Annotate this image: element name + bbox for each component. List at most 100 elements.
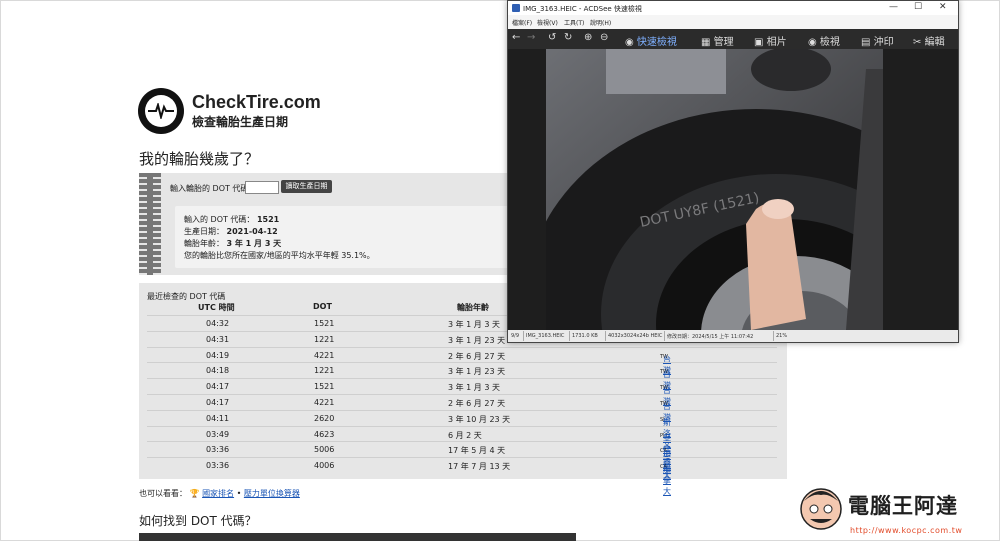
- result-note: 您的輪胎比您所在國家/地區的平均水平年輕 35.1%。: [184, 251, 375, 260]
- watermark-url: http://www.kocpc.com.tw: [850, 526, 963, 535]
- status-bar: 9/9 IMG_3163.HEIC 1731.0 KB 4032x3024x24…: [508, 330, 958, 342]
- toolbar: ← → ↺ ↻ ⊕ ⊖ ◉ 快速檢視 ▦ 管理 ▣ 相片 ◉ 檢視 ▤ 沖印 ✂…: [508, 29, 958, 49]
- acdsee-app-icon: [512, 4, 520, 12]
- row-age: 3 年 1 月 23 天: [448, 367, 506, 377]
- row-dot: 4623: [314, 429, 335, 439]
- row-age: 3 年 1 月 23 天: [448, 335, 506, 345]
- watermark-name: 電腦王阿達: [848, 494, 958, 518]
- row-time: 03:36: [206, 445, 230, 455]
- row-age: 3 年 10 月 23 天: [448, 414, 511, 424]
- maximize-icon[interactable]: ☐: [914, 2, 922, 12]
- row-dot: 2620: [314, 413, 335, 423]
- how-to-find-heading: 如何找到 DOT 代碼？: [139, 514, 257, 528]
- country-link[interactable]: 加拿大: [663, 464, 671, 497]
- country-ranking-link[interactable]: 國家排名: [202, 489, 234, 498]
- result-date-line: 生產日期： 2021-04-12: [184, 226, 278, 237]
- rotate-right-icon[interactable]: ↻: [564, 32, 572, 43]
- row-time: 04:17: [206, 398, 230, 407]
- tire-photo: DOT UY8F (1521): [546, 49, 883, 330]
- grid-icon: ▦: [701, 37, 711, 48]
- window-titlebar[interactable]: IMG_3163.HEIC - ACDSee 快速檢視 — ☐ ✕: [508, 1, 958, 15]
- forward-arrow-icon[interactable]: →: [527, 32, 535, 43]
- window-title: IMG_3163.HEIC - ACDSee 快速檢視: [523, 5, 642, 13]
- row-dot: 1221: [314, 366, 335, 376]
- close-icon[interactable]: ✕: [939, 2, 947, 12]
- result-age-value: 3 年 1 月 3 天: [226, 239, 282, 248]
- status-index: 9/9: [511, 333, 520, 339]
- photos-icon: ▣: [754, 37, 764, 48]
- recent-checks-title: 最近檢查的 DOT 代碼: [147, 292, 226, 301]
- watermark-mascot-icon: [798, 483, 844, 533]
- row-dot: 4221: [314, 398, 335, 407]
- eye-icon: ◉: [808, 37, 817, 48]
- back-arrow-icon[interactable]: ←: [512, 32, 520, 43]
- row-age: 6 月 2 天: [448, 430, 482, 440]
- table-row: 03:36 4006 17 年 7 月 13 天 CA 加拿大: [147, 457, 777, 496]
- result-dot-value: 1521: [256, 215, 280, 224]
- result-date-label: 生產日期：: [184, 227, 224, 236]
- page-heading: 我的輪胎幾歲了？: [139, 150, 260, 168]
- table-row: 04:18 1221 3 年 1 月 23 天 TW 台灣: [147, 362, 777, 390]
- dot-input-label: 輸入輪胎的 DOT 代碼: [170, 184, 249, 193]
- pressure-converter-link[interactable]: 壓力單位換算器: [244, 489, 300, 498]
- row-time: 04:11: [206, 413, 230, 423]
- see-also-separator: •: [236, 489, 242, 498]
- tab-print[interactable]: ▤ 沖印: [861, 33, 894, 48]
- dot-input-field[interactable]: [245, 181, 279, 194]
- row-dot: 4006: [314, 461, 335, 471]
- row-time: 04:32: [206, 319, 230, 328]
- tab-quick-view[interactable]: ◉ 快速檢視: [625, 33, 677, 48]
- result-date-value: 2021-04-12: [226, 227, 278, 236]
- tools-icon: ✂: [913, 37, 922, 48]
- tire-tread-decoration: [139, 173, 161, 275]
- menu-bar: 檔案(F) 檢視(V) 工具(T) 說明(H): [508, 15, 958, 29]
- table-row: 04:19 4221 2 年 6 月 27 天 TW 台灣: [147, 346, 777, 375]
- status-filesize: 1731.0 KB: [572, 333, 598, 339]
- rotate-left-icon[interactable]: ↺: [548, 32, 556, 43]
- menu-help[interactable]: 說明(H): [590, 18, 611, 27]
- print-icon: ▤: [861, 37, 871, 48]
- header-dot: DOT: [313, 302, 332, 311]
- table-row: 04:17 1521 3 年 1 月 3 天 TW 台灣: [147, 378, 777, 406]
- result-dot-line: 輸入的 DOT 代碼： 1521: [184, 214, 279, 225]
- status-dimensions: 4032x3024x24b HEIC: [608, 333, 663, 339]
- row-age: 2 年 6 月 27 天: [448, 351, 506, 361]
- menu-file[interactable]: 檔案(F): [512, 18, 532, 27]
- tab-manage[interactable]: ▦ 管理: [701, 33, 734, 48]
- row-age: 3 年 1 月 3 天: [448, 320, 500, 329]
- acdsee-window[interactable]: IMG_3163.HEIC - ACDSee 快速檢視 — ☐ ✕ 檔案(F) …: [507, 0, 959, 343]
- image-viewer[interactable]: DOT UY8F (1521): [508, 49, 958, 330]
- menu-tools[interactable]: 工具(T): [564, 18, 584, 27]
- header-tire-age: 輪胎年齡: [457, 303, 489, 312]
- row-dot: 1521: [314, 382, 335, 392]
- tab-view[interactable]: ◉ 檢視: [808, 33, 840, 48]
- tab-photos[interactable]: ▣ 相片: [754, 33, 787, 48]
- row-dot: 1221: [314, 334, 335, 344]
- table-row: 03:36 5006 17 年 5 月 4 天 CA 加拿大: [147, 441, 777, 480]
- zoom-in-icon[interactable]: ⊕: [584, 32, 592, 43]
- tire-logo-icon: [138, 88, 184, 134]
- row-time: 04:17: [206, 382, 230, 392]
- zoom-out-icon[interactable]: ⊖: [600, 32, 608, 43]
- status-filename: IMG_3163.HEIC: [526, 333, 565, 339]
- see-also-prefix: 也可以看看：: [139, 489, 187, 498]
- table-row: 03:49 4623 6 月 2 天 PH 菲律賓: [147, 425, 777, 465]
- row-age: 17 年 7 月 13 天: [448, 462, 511, 472]
- tab-edit[interactable]: ✂ 編輯: [913, 33, 945, 48]
- content-image-top: [139, 533, 576, 541]
- trophy-icon: 🏆: [189, 489, 200, 498]
- see-also: 也可以看看： 🏆 國家排名 • 壓力單位換算器: [139, 488, 300, 499]
- minimize-icon[interactable]: —: [889, 2, 898, 12]
- menu-view[interactable]: 檢視(V): [537, 18, 558, 27]
- row-time: 03:36: [206, 461, 230, 471]
- row-age: 3 年 1 月 3 天: [448, 383, 500, 393]
- row-time: 04:31: [206, 334, 230, 344]
- site-brand[interactable]: CheckTire.com: [192, 92, 321, 113]
- result-dot-label: 輸入的 DOT 代碼：: [184, 215, 255, 224]
- read-date-button[interactable]: 讀取生產日期: [281, 180, 332, 193]
- status-modified: 修改日期：2024/5/15 上午 11:07:42: [667, 334, 754, 340]
- result-age-line: 輪胎年齡： 3 年 1 月 3 天: [184, 238, 281, 249]
- header-utc-time: UTC 時間: [198, 303, 235, 312]
- result-age-label: 輪胎年齡：: [184, 239, 224, 248]
- row-dot: 4221: [314, 350, 335, 360]
